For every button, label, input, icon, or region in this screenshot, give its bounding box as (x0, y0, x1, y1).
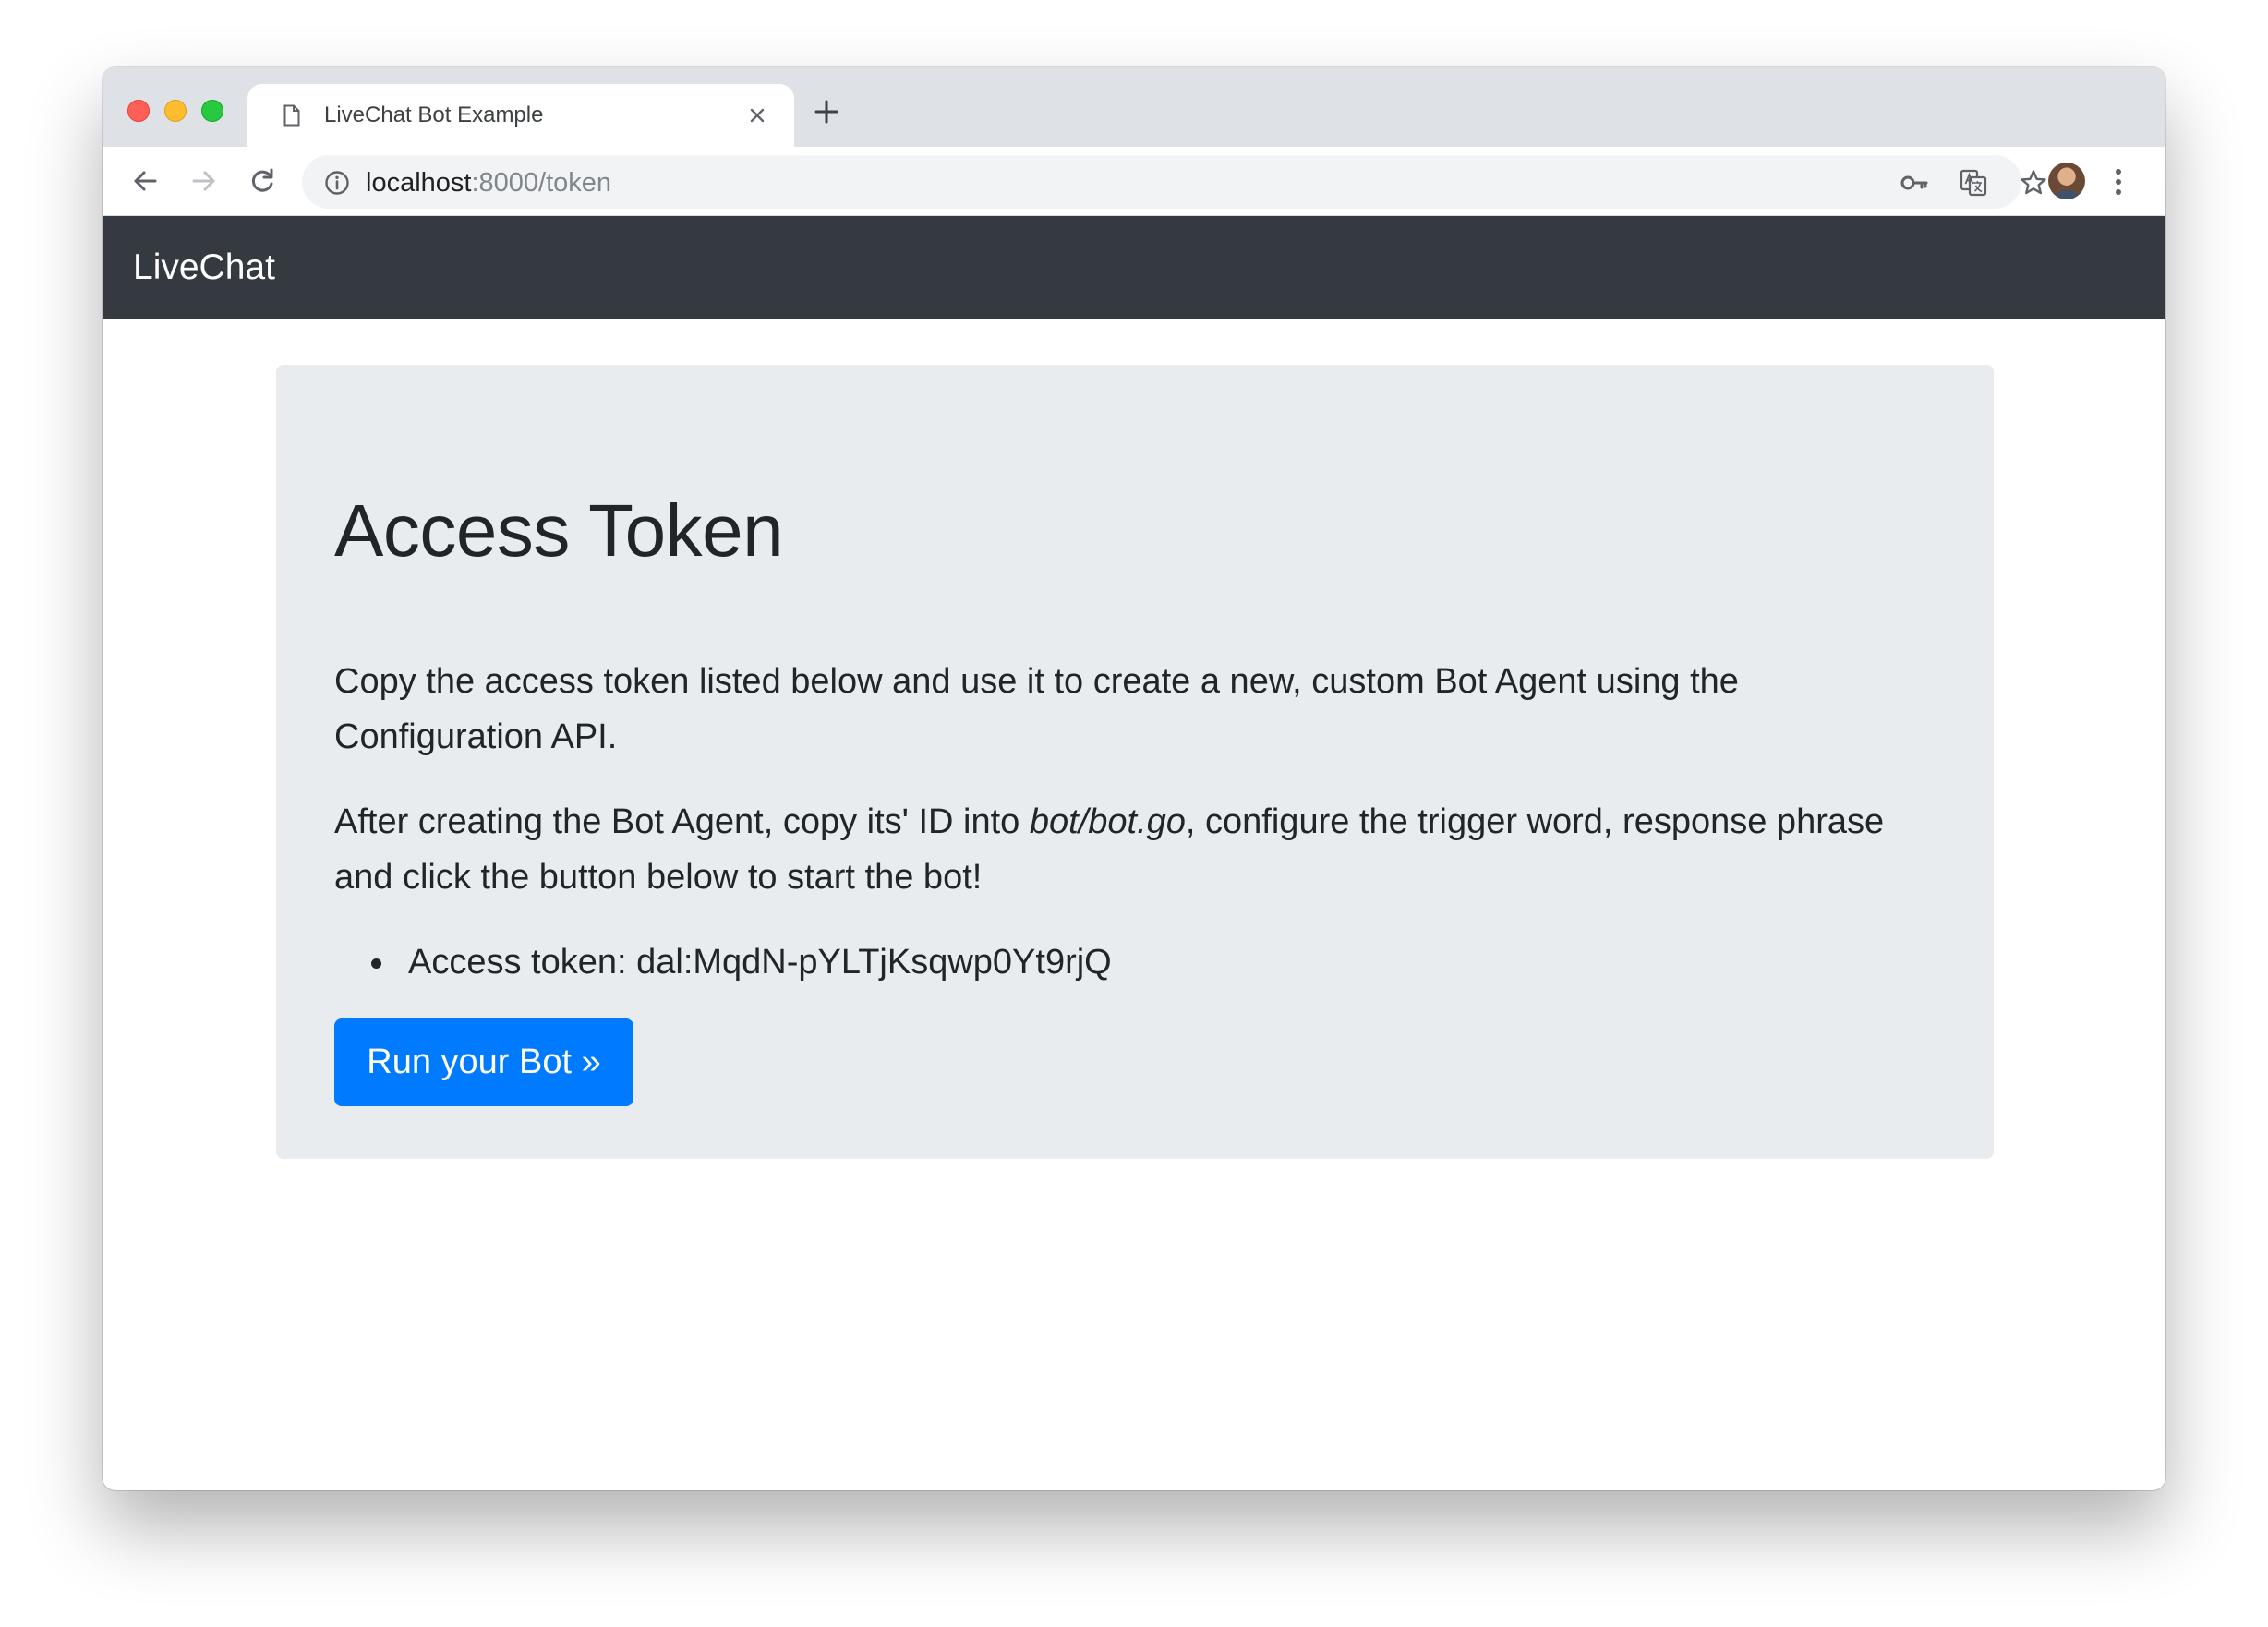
tab-strip: LiveChat Bot Example (103, 67, 2165, 147)
minimize-window-button[interactable] (164, 100, 187, 122)
close-icon[interactable] (746, 104, 768, 127)
run-bot-button[interactable]: Run your Bot » (334, 1018, 633, 1106)
instructions-paragraph: After creating the Bot Agent, copy its' … (334, 794, 1941, 905)
browser-toolbar: localhost:8000/token (103, 147, 2165, 216)
intro-paragraph: Copy the access token listed below and u… (334, 662, 1739, 756)
navbar-brand[interactable]: LiveChat (133, 247, 275, 288)
site-navbar: LiveChat (103, 216, 2165, 319)
browser-window: LiveChat Bot Example localhost:8000/toke… (103, 67, 2165, 1490)
url-text[interactable]: localhost:8000/token (366, 168, 611, 199)
url-path: :8000/token (471, 168, 612, 198)
tab-title: LiveChat Bot Example (324, 102, 544, 127)
key-icon[interactable] (1900, 168, 1929, 198)
plus-icon[interactable] (812, 97, 841, 127)
url-host: localhost (366, 168, 472, 198)
more-vertical-icon[interactable] (2111, 166, 2126, 198)
close-window-button[interactable] (127, 100, 150, 122)
token-list: Access token: dal:MqdN-pYLTjKsqwp0Yt9rjQ (334, 934, 1112, 990)
instructions-text-start: After creating the Bot Agent, copy its' … (334, 802, 1030, 841)
star-icon[interactable] (2019, 168, 2048, 198)
translate-icon[interactable] (1959, 168, 1988, 198)
bot-file-path: bot/bot.go (1029, 802, 1186, 841)
forward-arrow-icon[interactable] (188, 165, 220, 197)
maximize-window-button[interactable] (201, 100, 223, 122)
jumbotron: Access Token Copy the access token liste… (276, 365, 1994, 1159)
back-arrow-icon[interactable] (129, 165, 161, 197)
active-tab[interactable]: LiveChat Bot Example (247, 84, 794, 147)
document-icon (284, 104, 300, 127)
page-title: Access Token (334, 489, 784, 572)
reload-icon[interactable] (247, 165, 278, 197)
access-token-item[interactable]: Access token: dal:MqdN-pYLTjKsqwp0Yt9rjQ (371, 934, 1112, 990)
profile-avatar[interactable] (2048, 163, 2085, 199)
info-icon[interactable] (324, 170, 350, 196)
address-bar[interactable]: localhost:8000/token (302, 155, 2046, 209)
